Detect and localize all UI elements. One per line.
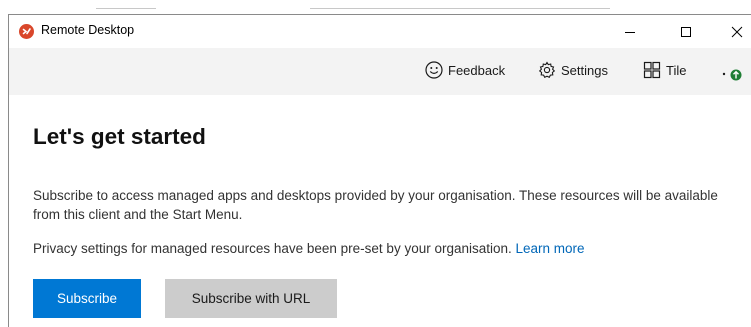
- settings-button[interactable]: Settings: [538, 57, 608, 83]
- page-heading: Let's get started: [33, 124, 206, 149]
- learn-more-link[interactable]: Learn more: [516, 241, 585, 256]
- subscribe-with-url-button[interactable]: Subscribe with URL: [165, 279, 337, 318]
- close-icon: [731, 26, 743, 37]
- feedback-label: Feedback: [448, 62, 506, 78]
- subscribe-button[interactable]: Subscribe: [33, 279, 141, 318]
- background-window-strip: [0, 0, 751, 14]
- window-title: Remote Desktop: [41, 23, 135, 37]
- toolbar: Feedback Settings Tile: [9, 48, 751, 95]
- remote-desktop-app-icon: [19, 24, 34, 39]
- more-icon: [722, 69, 742, 81]
- maximize-button[interactable]: [663, 15, 709, 48]
- privacy-notice: Privacy settings for managed resources h…: [33, 239, 733, 258]
- close-button[interactable]: [714, 15, 751, 48]
- minimize-icon: [625, 31, 635, 33]
- tile-grid-icon: [643, 61, 661, 79]
- maximize-icon: [681, 26, 691, 37]
- minimize-button[interactable]: [607, 15, 653, 48]
- gear-icon: [538, 61, 556, 79]
- privacy-text: Privacy settings for managed resources h…: [33, 241, 516, 256]
- tile-view-button[interactable]: Tile: [643, 57, 686, 83]
- subscribe-description: Subscribe to access managed apps and des…: [33, 188, 718, 222]
- feedback-button[interactable]: Feedback: [425, 57, 505, 83]
- title-bar[interactable]: Remote Desktop: [9, 15, 751, 48]
- more-options-button[interactable]: [719, 60, 749, 86]
- tile-label: Tile: [666, 62, 687, 78]
- settings-label: Settings: [561, 62, 608, 78]
- smiley-icon: [425, 61, 443, 79]
- remote-desktop-window: Remote Desktop Feedback Settings Tile Le…: [8, 14, 751, 327]
